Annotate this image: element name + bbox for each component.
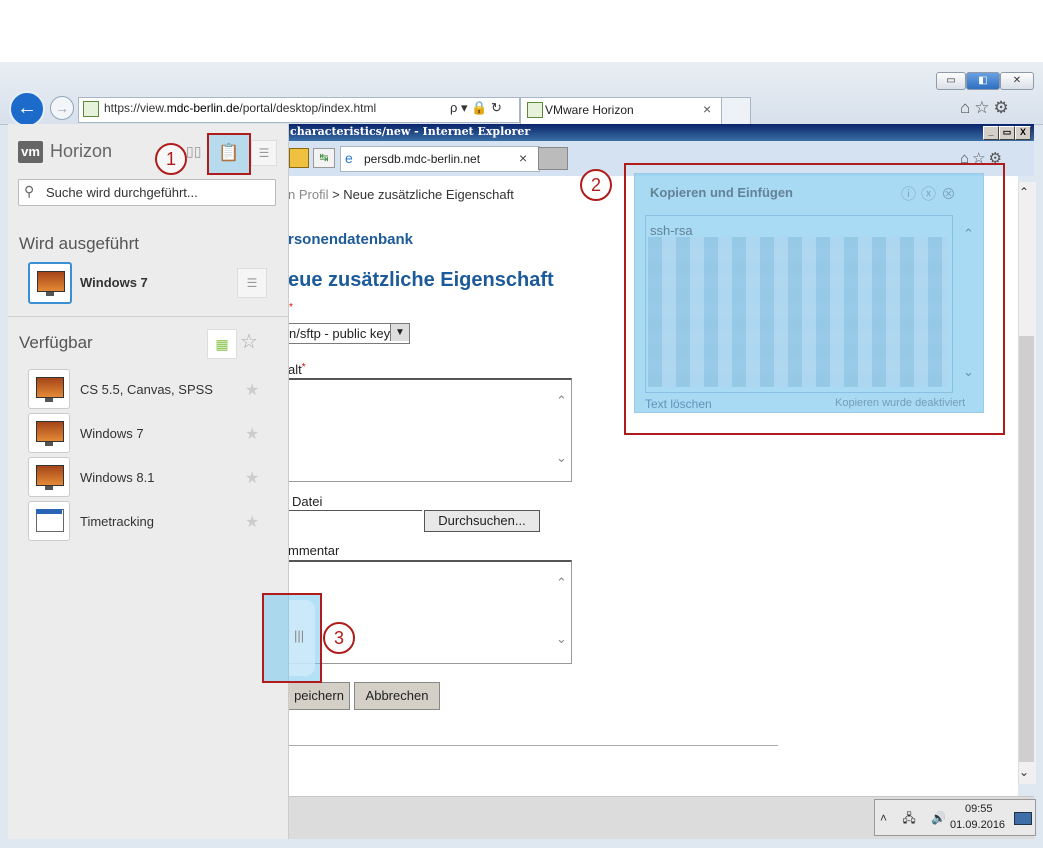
textarea-scroll-up-icon[interactable]: ⌃ (556, 575, 567, 591)
star-icon[interactable]: ★ (245, 468, 259, 488)
breadcrumb-link[interactable]: n Profil (288, 187, 328, 202)
minimize-button[interactable]: ▭ (936, 72, 966, 90)
close-tab-icon[interactable]: × (519, 150, 527, 166)
arrow-left-icon: ← (17, 97, 37, 119)
address-url[interactable]: https://view.mdc-berlin.de/portal/deskto… (104, 101, 376, 115)
scroll-up-icon[interactable]: ⌃ (963, 226, 974, 242)
page-icon (83, 101, 99, 117)
sidebar-menu-icon[interactable]: ☰ (251, 140, 277, 166)
back-button[interactable]: ← (9, 91, 45, 127)
textarea-scroll-down-icon[interactable]: ⌄ (556, 450, 567, 466)
callout-3: 3 (323, 622, 355, 654)
inner-close-button[interactable]: X (1015, 126, 1031, 140)
content-textarea[interactable] (288, 378, 572, 482)
calendar-icon[interactable] (28, 501, 70, 541)
home-favorites-settings-icons[interactable]: ⌂☆⚙ (960, 98, 1013, 118)
url-prefix: https://view. (104, 101, 167, 115)
available-item-label[interactable]: Timetracking (80, 514, 154, 529)
url-host: mdc-berlin.de (166, 101, 240, 115)
required-marker: * (289, 302, 293, 313)
callout-1: 1 (155, 143, 187, 175)
content-label-text: alt (288, 362, 302, 377)
required-marker: * (301, 362, 306, 373)
available-item-label[interactable]: Windows 7 (80, 426, 144, 441)
address-tools[interactable]: ρ ▾ 🔒 ↻ (450, 100, 502, 116)
horizon-brand: Horizon (50, 141, 113, 161)
star-icon[interactable]: ★ (245, 380, 259, 400)
clock-time[interactable]: 09:55 (965, 803, 993, 815)
scroll-down-icon[interactable]: ⌄ (963, 364, 974, 380)
clock-date[interactable]: 01.09.2016 (950, 819, 1005, 831)
tray-icons[interactable]: ˄ 🖧 🔊 (880, 809, 952, 830)
desktop-icon[interactable] (28, 262, 72, 304)
url-path: /portal/desktop/index.html (239, 101, 377, 115)
breadcrumb-current: > Neue zusätzliche Eigenschaft (328, 187, 514, 202)
maximize-button[interactable]: ◧ (966, 72, 1000, 90)
copy-paste-title: Kopieren und Einfügen (650, 185, 793, 200)
breadcrumb: n Profil > Neue zusätzliche Eigenschaft (288, 187, 514, 202)
forward-button[interactable]: → (50, 96, 74, 120)
grip-icon: ||| (294, 628, 305, 643)
available-section-title: Verfügbar (19, 333, 93, 352)
inner-new-tab-button[interactable] (538, 147, 568, 170)
file-label: Datei (292, 494, 323, 509)
show-desktop-icon[interactable] (1014, 812, 1032, 825)
vmware-logo: vm (18, 141, 43, 163)
page-title: eue zusätzliche Eigenschaft (288, 269, 554, 291)
scroll-up-icon[interactable]: ⌃ (1019, 185, 1029, 199)
desktop-icon[interactable] (28, 413, 70, 453)
desktop-icon[interactable] (28, 369, 70, 409)
tab-label: VMware Horizon (545, 103, 634, 117)
comment-label: mmentar (288, 543, 340, 558)
cancel-button[interactable]: Abbrechen (354, 682, 440, 710)
clipboard-icon: 📋 (218, 143, 240, 162)
browse-button[interactable]: Durchsuchen... (424, 510, 540, 532)
scrollbar-thumb[interactable] (1019, 336, 1034, 762)
search-icon: ⚲ (24, 183, 35, 199)
available-item-label[interactable]: CS 5.5, Canvas, SPSS (80, 382, 213, 397)
grid-view-icon[interactable]: ▦ (207, 329, 237, 359)
clear-text-link[interactable]: Text löschen (645, 397, 712, 411)
running-item-menu-icon[interactable]: ☰ (237, 268, 267, 298)
inner-window-title: characteristics/new - Internet Explorer (290, 125, 531, 138)
apps-icon[interactable]: ▯▯ (186, 143, 206, 163)
textarea-scroll-up-icon[interactable]: ⌃ (556, 393, 567, 409)
divider (8, 316, 288, 317)
help-collapse-close-icons[interactable]: ⓘⓧ⊗ (901, 183, 961, 204)
search-placeholder: Suche wird durchgeführt... (46, 185, 198, 200)
refresh-icon[interactable]: ↹ (313, 148, 335, 168)
available-item-label[interactable]: Windows 8.1 (80, 470, 154, 485)
ie-icon: e (345, 150, 353, 166)
arrow-right-icon: → (55, 100, 69, 116)
file-input[interactable] (288, 510, 422, 512)
lock-icon[interactable] (289, 148, 309, 168)
clipboard-content: ssh-rsa (650, 223, 693, 238)
desktop-icon[interactable] (28, 457, 70, 497)
database-title: rsonendatenbank (288, 231, 414, 248)
running-item-label[interactable]: Windows 7 (80, 275, 148, 290)
callout-2: 2 (580, 169, 612, 201)
textarea-scroll-down-icon[interactable]: ⌄ (556, 631, 567, 647)
star-icon[interactable]: ★ (245, 512, 259, 532)
chevron-down-icon[interactable]: ▼ (390, 324, 409, 341)
divider (288, 745, 778, 746)
content-label: alt* (288, 362, 306, 377)
running-section-title: Wird ausgeführt (19, 234, 139, 253)
star-icon[interactable]: ★ (245, 424, 259, 444)
copy-status-text: Kopieren wurde deaktiviert (835, 397, 966, 409)
inner-tab-label: persdb.mdc-berlin.net (364, 152, 481, 166)
redacted-key-content (648, 237, 948, 387)
close-tab-icon[interactable]: × (703, 101, 711, 117)
new-tab-button[interactable] (721, 97, 751, 124)
close-window-button[interactable]: ✕ (1000, 72, 1034, 90)
inner-maximize-button[interactable]: ▭ (999, 126, 1015, 140)
save-button[interactable]: peichern (288, 682, 350, 710)
tab-favicon (527, 102, 543, 118)
scroll-down-icon[interactable]: ⌄ (1019, 765, 1029, 779)
inner-minimize-button[interactable]: _ (983, 126, 999, 140)
favorites-star-icon[interactable]: ☆ (240, 329, 258, 354)
